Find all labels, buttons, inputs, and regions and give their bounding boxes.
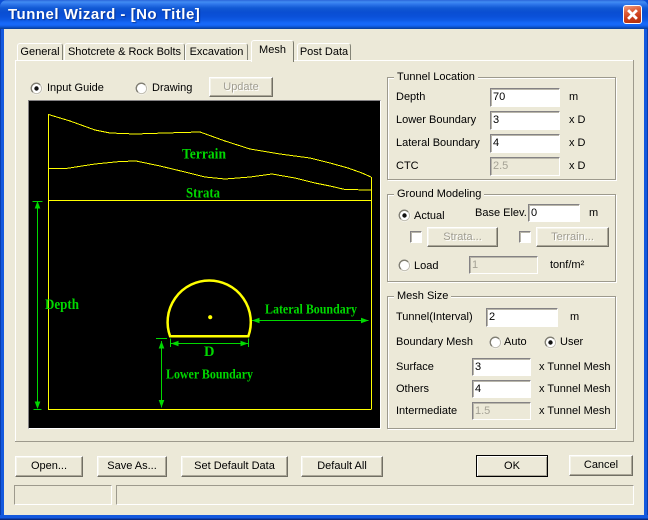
svg-text:Strata: Strata: [186, 186, 221, 202]
svg-text:Lateral Boundary: Lateral Boundary: [265, 303, 357, 318]
svg-text:Terrain: Terrain: [182, 147, 226, 163]
svg-text:D: D: [204, 344, 214, 360]
svg-text:Depth: Depth: [45, 297, 79, 313]
svg-text:Lower Boundary: Lower Boundary: [166, 368, 253, 383]
